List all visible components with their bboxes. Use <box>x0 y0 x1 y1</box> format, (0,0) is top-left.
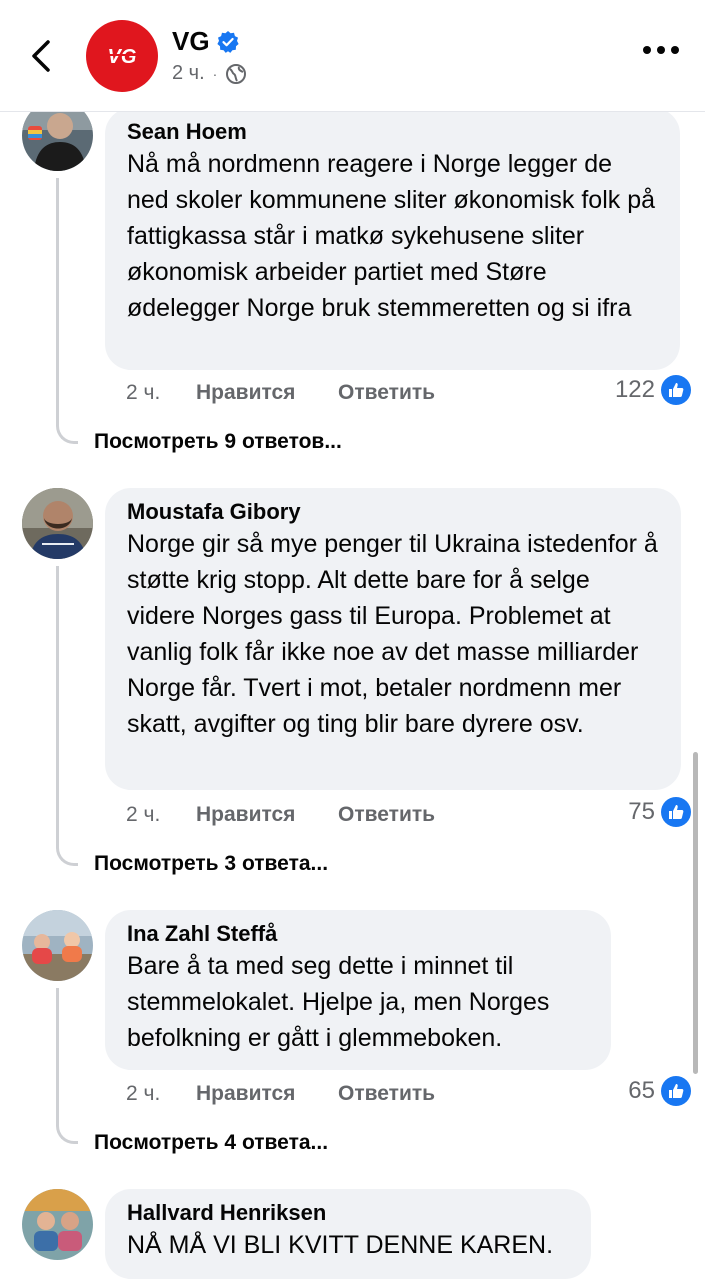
thumbs-up-icon <box>661 375 691 405</box>
back-button[interactable] <box>26 36 56 76</box>
more-dot <box>657 46 665 54</box>
like-button[interactable]: Нравится <box>196 1082 338 1106</box>
comment-actions: 2 ч. Нравится Ответить <box>126 381 435 405</box>
comment-bubble[interactable]: Moustafa Gibory Norge gir så mye penger … <box>105 488 681 790</box>
verified-badge-icon <box>216 30 239 53</box>
comment-actions: 2 ч. Нравится Ответить <box>126 1082 435 1106</box>
comment-author[interactable]: Moustafa Gibory <box>127 498 659 526</box>
reaction-count: 65 <box>628 1077 655 1104</box>
thread-line <box>56 178 78 444</box>
reply-button[interactable]: Ответить <box>338 381 435 405</box>
post-time: 2 ч. <box>172 62 205 84</box>
comment-author[interactable]: Hallvard Henriksen <box>127 1199 569 1227</box>
like-button[interactable]: Нравится <box>196 381 338 405</box>
page-avatar[interactable]: VG <box>86 20 158 92</box>
more-dot <box>643 46 651 54</box>
reaction-summary[interactable]: 65 <box>628 1076 691 1106</box>
post-header: VG VG 2 ч. · <box>0 0 705 112</box>
reaction-summary[interactable]: 122 <box>615 375 691 405</box>
comment-text: Norge gir så mye penger til Ukraina iste… <box>127 530 658 738</box>
comment-author[interactable]: Ina Zahl Steffå <box>127 920 589 948</box>
comment-bubble[interactable]: Hallvard Henriksen NÅ MÅ VI BLI KVITT DE… <box>105 1189 591 1279</box>
like-button[interactable]: Нравится <box>196 803 338 827</box>
globe-icon <box>226 63 247 84</box>
view-replies-link[interactable]: Посмотреть 4 ответа... <box>94 1131 328 1155</box>
page-name[interactable]: VG <box>172 26 240 57</box>
comment-text: Nå må nordmenn reagere i Norge legger de… <box>127 150 656 322</box>
reaction-count: 122 <box>614 376 655 403</box>
comment-time[interactable]: 2 ч. <box>126 803 196 827</box>
comment-actions: 2 ч. Нравится Ответить <box>126 803 435 827</box>
view-replies-link[interactable]: Посмотреть 9 ответов... <box>94 430 342 454</box>
chevron-left-icon <box>32 40 50 72</box>
scrollbar[interactable] <box>693 752 698 1074</box>
vg-logo: VG <box>98 46 146 68</box>
more-dot <box>671 46 679 54</box>
comment-text: NÅ MÅ VI BLI KVITT DENNE KAREN. <box>127 1231 554 1259</box>
user-photo <box>22 1189 93 1260</box>
comment-bubble[interactable]: Sean Hoem Nå må nordmenn reagere i Norge… <box>105 108 680 370</box>
comment-author[interactable]: Sean Hoem <box>127 118 658 146</box>
view-replies-link[interactable]: Посмотреть 3 ответа... <box>94 852 328 876</box>
reaction-summary[interactable]: 75 <box>628 797 691 827</box>
page-logo-text: VG <box>108 46 137 68</box>
reaction-count: 75 <box>628 798 655 825</box>
comment-time[interactable]: 2 ч. <box>126 381 196 405</box>
thumbs-up-icon <box>661 1076 691 1106</box>
thumbs-up-icon <box>661 797 691 827</box>
user-photo <box>22 910 93 981</box>
thread-line <box>56 566 78 866</box>
reply-button[interactable]: Ответить <box>338 803 435 827</box>
page-name-label[interactable]: VG <box>172 26 210 57</box>
post-meta: 2 ч. · <box>172 62 247 85</box>
thread-line <box>56 988 78 1144</box>
meta-separator: · <box>212 65 218 82</box>
comment-text: Bare å ta med seg dette i minnet til ste… <box>127 952 550 1052</box>
avatar[interactable] <box>22 488 93 559</box>
comment-bubble[interactable]: Ina Zahl Steffå Bare å ta med seg dette … <box>105 910 611 1070</box>
comment-time[interactable]: 2 ч. <box>126 1082 196 1106</box>
more-options-button[interactable] <box>643 46 679 54</box>
user-photo <box>22 488 93 559</box>
reply-button[interactable]: Ответить <box>338 1082 435 1106</box>
avatar[interactable] <box>22 1189 93 1260</box>
avatar[interactable] <box>22 910 93 981</box>
